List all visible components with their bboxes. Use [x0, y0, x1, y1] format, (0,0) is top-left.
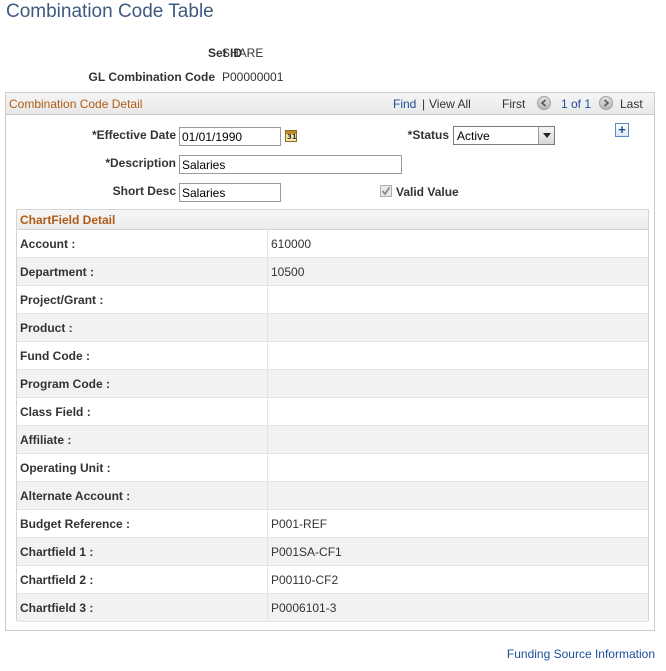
chartfield-label: Project/Grant : [20, 293, 104, 307]
nav-separator: | [422, 97, 426, 111]
chartfield-label: Chartfield 3 : [20, 601, 94, 615]
calendar-icon-text: 31 [287, 133, 297, 141]
page-title: Combination Code Table [6, 1, 214, 22]
chartfield-header: ChartField Detail [17, 210, 648, 230]
glcode-value: P00000001 [222, 70, 284, 84]
column-divider [267, 398, 268, 425]
chartfield-label: Fund Code : [20, 349, 90, 363]
table-row: Project/Grant : [17, 286, 648, 314]
short-desc-label: Short Desc [112, 184, 176, 198]
table-row: Budget Reference : P001-REF [17, 510, 648, 538]
dropdown-arrow-icon[interactable] [538, 127, 554, 144]
description-label: *Description [105, 156, 176, 170]
chartfield-label: Affiliate : [20, 433, 72, 447]
chartfield-value: 10500 [271, 265, 305, 279]
chartfield-label: Chartfield 1 : [20, 545, 94, 559]
table-row: Chartfield 3 : P0006101-3 [17, 594, 648, 622]
table-row: Department : 10500 [17, 258, 648, 286]
effective-date-label: *Effective Date [91, 128, 176, 142]
column-divider [267, 314, 268, 341]
last-label[interactable]: Last [620, 97, 643, 111]
chartfield-label: Alternate Account : [20, 489, 131, 503]
status-label: *Status [407, 128, 449, 142]
find-link[interactable]: Find [393, 97, 416, 111]
column-divider [267, 594, 268, 621]
column-divider [267, 258, 268, 285]
chartfield-label: Product : [20, 321, 73, 335]
valid-value-label: Valid Value [396, 185, 459, 199]
detail-header: Combination Code Detail Find | View All … [6, 93, 654, 115]
column-divider [267, 370, 268, 397]
column-divider [267, 510, 268, 537]
table-row: Affiliate : [17, 426, 648, 454]
table-row: Product : [17, 314, 648, 342]
table-row: Chartfield 2 : P00110-CF2 [17, 566, 648, 594]
chartfield-label: Operating Unit : [20, 461, 111, 475]
table-row: Fund Code : [17, 342, 648, 370]
status-select[interactable]: Active [453, 126, 555, 145]
first-label[interactable]: First [502, 97, 525, 111]
next-icon[interactable] [599, 96, 613, 110]
glcode-label: GL Combination Code [88, 70, 215, 84]
column-divider [267, 538, 268, 565]
calendar-icon[interactable]: 31 [285, 130, 297, 142]
chartfield-value: P0006101-3 [271, 601, 337, 615]
checkbox-icon [381, 186, 391, 196]
table-row: Program Code : [17, 370, 648, 398]
table-row: Alternate Account : [17, 482, 648, 510]
chartfield-value: P001SA-CF1 [271, 545, 342, 559]
setid-value: SHARE [222, 46, 264, 60]
effective-date-input[interactable] [179, 127, 281, 146]
chartfield-title: ChartField Detail [20, 213, 116, 227]
chartfield-label: Program Code : [20, 377, 111, 391]
chartfield-label: Budget Reference : [20, 517, 131, 531]
chartfield-label: Chartfield 2 : [20, 573, 94, 587]
chartfield-detail-panel: ChartField Detail Account : 610000 Departm… [16, 209, 649, 622]
chartfield-label: Department : [20, 265, 95, 279]
description-input[interactable] [179, 155, 402, 174]
column-divider [267, 286, 268, 313]
view-all-link[interactable]: View All [429, 97, 471, 111]
combination-code-detail-panel: Combination Code Detail Find | View All … [5, 92, 655, 631]
table-row: Account : 610000 [17, 230, 648, 258]
chartfield-value: P001-REF [271, 517, 328, 531]
chartfield-value: P00110-CF2 [271, 573, 339, 587]
column-divider [267, 454, 268, 481]
chartfield-label: Class Field : [20, 405, 91, 419]
table-row: Chartfield 1 : P001SA-CF1 [17, 538, 648, 566]
table-row: Operating Unit : [17, 454, 648, 482]
row-count: 1 of 1 [561, 97, 592, 111]
add-row-icon[interactable]: + [615, 123, 629, 137]
valid-value-checkbox[interactable] [380, 185, 392, 197]
column-divider [267, 342, 268, 369]
column-divider [267, 426, 268, 453]
status-value: Active [457, 129, 490, 143]
chartfield-label: Account : [20, 237, 76, 251]
chartfield-value: 610000 [271, 237, 312, 251]
column-divider [267, 230, 268, 257]
short-desc-input[interactable] [179, 183, 281, 202]
previous-icon[interactable] [537, 96, 551, 110]
detail-title: Combination Code Detail [9, 97, 143, 111]
table-row: Class Field : [17, 398, 648, 426]
column-divider [267, 566, 268, 593]
funding-source-link[interactable]: Funding Source Information [507, 647, 655, 661]
column-divider [267, 482, 268, 509]
